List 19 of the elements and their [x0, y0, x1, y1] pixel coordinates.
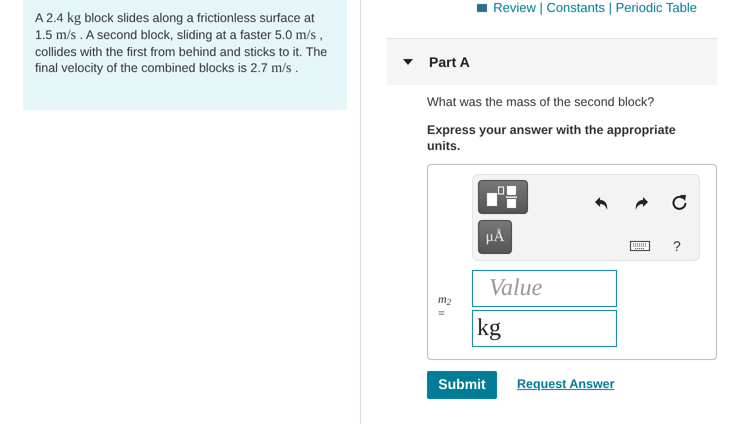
part-header[interactable]: Part A [387, 38, 717, 85]
resource-links[interactable]: Review | Constants | Periodic Table [493, 0, 697, 16]
variable-label: m$_{2}$ [438, 292, 452, 306]
template-button[interactable] [478, 180, 528, 214]
units-field[interactable]: kg [472, 310, 617, 347]
instruction-text: Express your answer with the appropriate units. [427, 122, 677, 154]
value-field[interactable]: Value [472, 270, 617, 307]
reset-icon[interactable] [672, 194, 687, 210]
equals-sign: = [438, 306, 446, 320]
request-answer-link[interactable]: Request Answer [517, 375, 614, 394]
undo-icon[interactable] [595, 196, 609, 210]
keyboard-icon[interactable] [630, 240, 650, 251]
problem-text: A 2.4 kg block slides along a frictionless surface at 1.5 m/s . A second block, sliding at a faster 5.0 m/s , collides with the first from behind and sticks to it. The final velocity of the combined blocks is 2.7 m/s . [35, 10, 328, 77]
part-title: Part A [429, 52, 470, 72]
units-button[interactable]: μÅ [478, 220, 512, 254]
submit-button[interactable]: Submit [427, 370, 497, 399]
question-text: What was the mass of the second block? [427, 94, 656, 111]
redo-icon[interactable] [634, 196, 648, 210]
help-button[interactable]: ? [673, 236, 681, 257]
